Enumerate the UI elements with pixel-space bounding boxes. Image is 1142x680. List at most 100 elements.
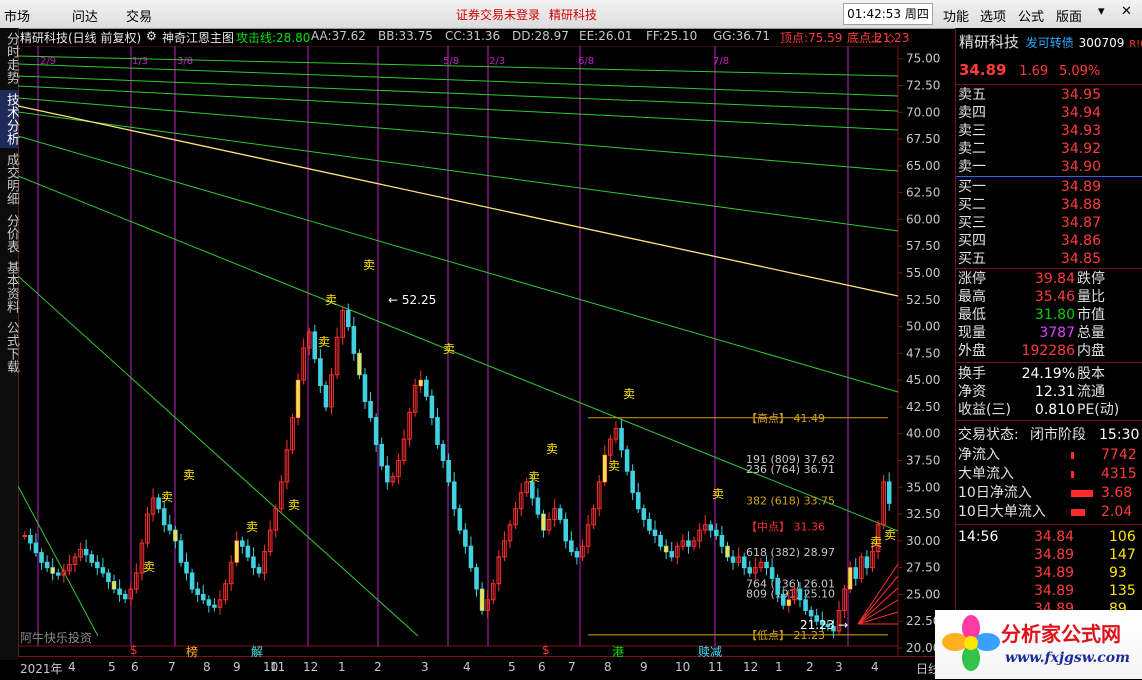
menu-formula[interactable]: 公式 (1018, 6, 1044, 25)
price-axis-label: 75.00 (906, 52, 940, 66)
menu-market[interactable]: 市场 (4, 6, 30, 25)
candle-body (730, 556, 736, 563)
signal-candle (725, 546, 730, 557)
price-axis-label: 42.50 (906, 400, 940, 414)
sell-signal-label: 卖 (546, 442, 558, 456)
event-marker[interactable]: $ (130, 643, 138, 657)
money-flow-bar (1071, 452, 1074, 459)
current-price: 34.89 (959, 61, 1007, 79)
quote-row-label: 买五 (958, 251, 986, 267)
tab-technical-analysis[interactable]: 技术分析 (0, 90, 19, 148)
quote-row-label: 外盘 (958, 343, 986, 359)
time-axis-label: 12 (303, 660, 319, 674)
quote-row-label: 买三 (958, 215, 986, 231)
candle-body (200, 593, 206, 601)
candle-body (886, 481, 892, 504)
candle-body (719, 535, 725, 547)
kline-chart[interactable]: 2/9 1/3 3/8 5/8 2/3 6/8 7/8【高点】 41.49191 (809)… (18, 46, 955, 656)
signal-candle (603, 455, 607, 482)
quote-row-label: 最低 (958, 307, 986, 323)
quote-row-label: 卖一 (958, 159, 986, 175)
trade-state-text: 15:30 (1099, 427, 1140, 443)
tab-price-table[interactable]: 分价表 (0, 210, 19, 256)
quote-row-right-label: PE(动) (1077, 402, 1120, 418)
tab-formula-download[interactable]: 公式下载 (0, 318, 19, 376)
event-marker[interactable]: 港 (612, 643, 624, 660)
tab-intraday[interactable]: 分时走势 (0, 30, 19, 86)
candle-body (345, 310, 351, 328)
indicator-name[interactable]: 神奇江恩主图 (162, 29, 234, 46)
sell-signal-label: 卖 (623, 387, 635, 401)
quote-row-value: 35.46 (1034, 289, 1075, 305)
flower-logo-icon (942, 615, 1000, 671)
trade-state-row: 交易状态: 闭市阶段 15:30 (956, 426, 1142, 444)
sell-signal-label: 卖 (363, 258, 375, 272)
quote-row-value: 3787 (1039, 325, 1075, 341)
quote-row-value: 34.95 (1060, 87, 1101, 103)
time-axis-label: 11 (708, 660, 724, 674)
tick-price: 34.89 (1034, 547, 1075, 563)
convertible-bond-tag[interactable]: 发可转债 (1026, 36, 1074, 50)
candle-body (714, 529, 719, 536)
candle-body (569, 540, 574, 553)
sell-signal-label: 卖 (318, 335, 330, 349)
candle-body (106, 572, 111, 583)
arrow-up-icon[interactable]: 上 ◇ (870, 29, 895, 46)
menu-function[interactable]: 功能 (943, 6, 969, 25)
logo-url: www.fxjgsw.com (1005, 650, 1130, 666)
ask-row: 卖四 34.94 (956, 104, 1142, 122)
indicator-item: AA:37.62 (311, 29, 366, 43)
indicator-item: EE:26.01 (579, 29, 633, 43)
dropdown-icon[interactable]: ▾ (1098, 4, 1105, 19)
candle-body (686, 540, 691, 547)
quote-row-right-label: 跌停 (1077, 271, 1105, 287)
candle-body (189, 572, 195, 590)
menu-trade[interactable]: 交易 (126, 6, 152, 25)
tab-trade-details[interactable]: 成交明细 (0, 150, 19, 208)
menu-layout[interactable]: 版面 (1056, 6, 1082, 25)
cycle-date-label: 2/3 (489, 56, 505, 67)
money-flow-bar (1071, 471, 1074, 478)
tab-fundamentals[interactable]: 基本资料 (0, 258, 19, 316)
event-marker[interactable]: 赎减 (698, 643, 722, 660)
price-axis-label: 30.00 (906, 534, 940, 548)
tick-row: 34.89 93 (956, 564, 1142, 582)
close-icon[interactable]: ✕ (1121, 4, 1132, 19)
event-marker[interactable]: 榜 (186, 643, 198, 660)
sell-signal-label: 卖 (870, 535, 882, 549)
quote-row-value: 34.89 (1060, 179, 1101, 195)
sell-signal-label: 卖 (183, 468, 195, 482)
quote-row-label: 收益(三) (958, 402, 1011, 418)
event-marker[interactable]: 解 (251, 643, 263, 660)
candle-body (451, 481, 457, 510)
menu-options[interactable]: 选项 (980, 6, 1006, 25)
top-menu-bar: 市场 问达 交易 证券交易未登录 精研科技 01:42:53 周四 功能 选项 … (0, 0, 1142, 29)
candle-body (83, 548, 89, 556)
tick-volume: 135 (1109, 583, 1136, 599)
candle-body (245, 545, 251, 558)
candle-body (669, 551, 675, 558)
price-axis-label: 72.50 (906, 79, 940, 93)
time-axis-label: 6 (538, 660, 546, 674)
time-axis-label: 4 (463, 660, 471, 674)
settings-icon[interactable]: ⚙ (146, 29, 157, 43)
indicator-item: BB:33.75 (378, 29, 433, 43)
bid-row: 买四 34.86 (956, 232, 1142, 250)
event-marker[interactable]: $ (542, 643, 550, 657)
sell-signal-label: 卖 (443, 342, 455, 356)
tick-price: 34.84 (1034, 529, 1075, 545)
candle-body (635, 492, 641, 510)
candle-body (33, 542, 39, 554)
indicator-item: GG:36.71 (713, 29, 770, 43)
current-stock-name: 精研科技 (549, 8, 598, 22)
quote-row-right-label: 市值 (1077, 307, 1105, 323)
quote-row-label: 净资 (958, 384, 986, 400)
quote-row-value: 0.810 (1034, 402, 1075, 418)
menu-wenda[interactable]: 问达 (72, 6, 98, 25)
candle-body (563, 518, 569, 542)
bid-row: 买五 34.85 (956, 250, 1142, 268)
candle-body (206, 599, 212, 606)
price-axis-label: 60.00 (906, 212, 940, 226)
peak-price-label: ← 52.25 (388, 293, 436, 307)
logo-text: 分析家公式网 (1001, 622, 1121, 646)
